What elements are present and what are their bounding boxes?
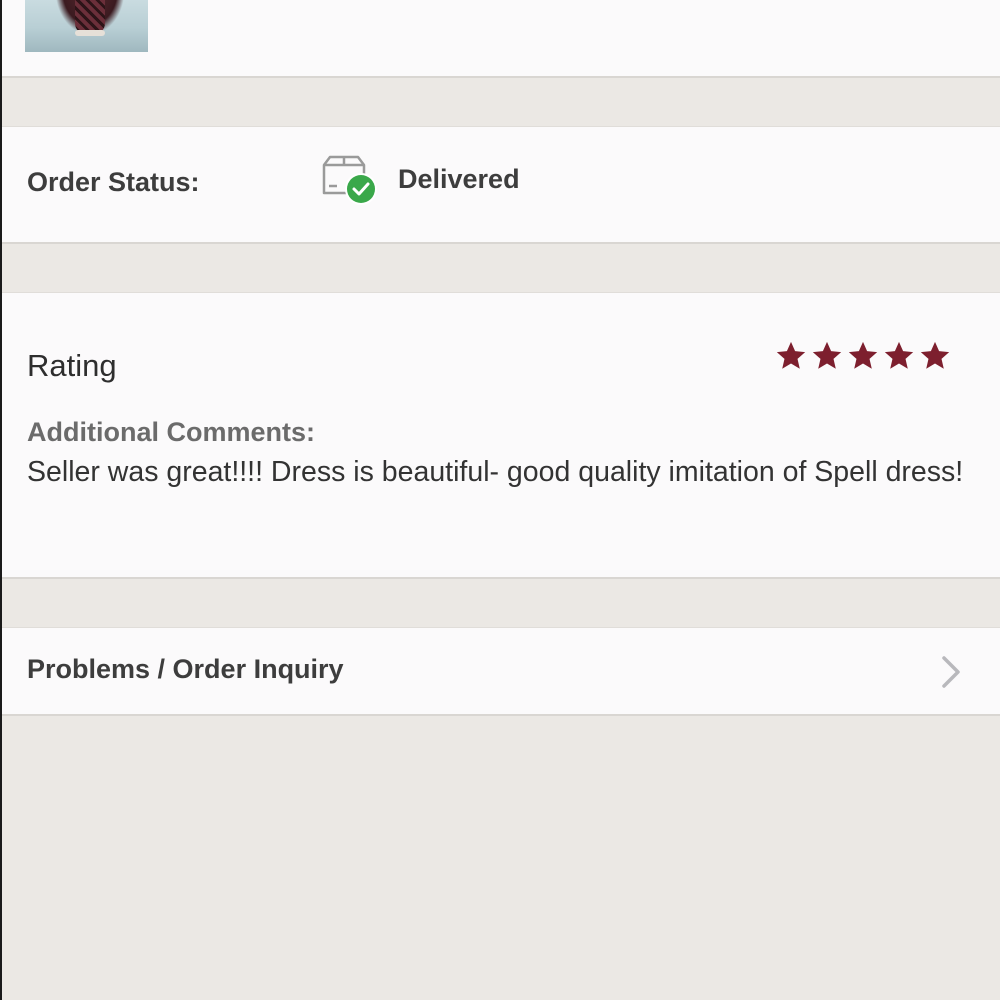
product-thumbnail[interactable] — [25, 0, 148, 52]
order-status-value: Delivered — [398, 164, 520, 194]
star-icon — [776, 341, 806, 369]
star-icon — [920, 341, 950, 369]
package-delivered-icon — [322, 155, 377, 205]
star-icon — [884, 341, 914, 369]
rating-label: Rating — [27, 348, 117, 383]
star-icon — [848, 341, 878, 369]
chevron-right-icon — [942, 656, 960, 688]
star-icon — [812, 341, 842, 369]
order-status-label: Order Status: — [27, 167, 200, 197]
additional-comments-label: Additional Comments: — [27, 417, 315, 447]
additional-comments-text: Seller was great!!!! Dress is beautiful-… — [27, 456, 964, 488]
product-figure-feet — [75, 30, 105, 36]
star-rating — [774, 339, 952, 373]
order-inquiry-label: Problems / Order Inquiry — [27, 654, 344, 684]
order-item-card[interactable] — [2, 0, 1000, 78]
order-inquiry-row[interactable]: Problems / Order Inquiry — [2, 627, 1000, 716]
rating-card: Rating Additional Comments: Seller was g… — [2, 292, 1000, 579]
order-detail-screen: Order Status: Delivered Rating Additiona… — [0, 0, 1000, 1000]
order-status-card: Order Status: Delivered — [2, 126, 1000, 244]
